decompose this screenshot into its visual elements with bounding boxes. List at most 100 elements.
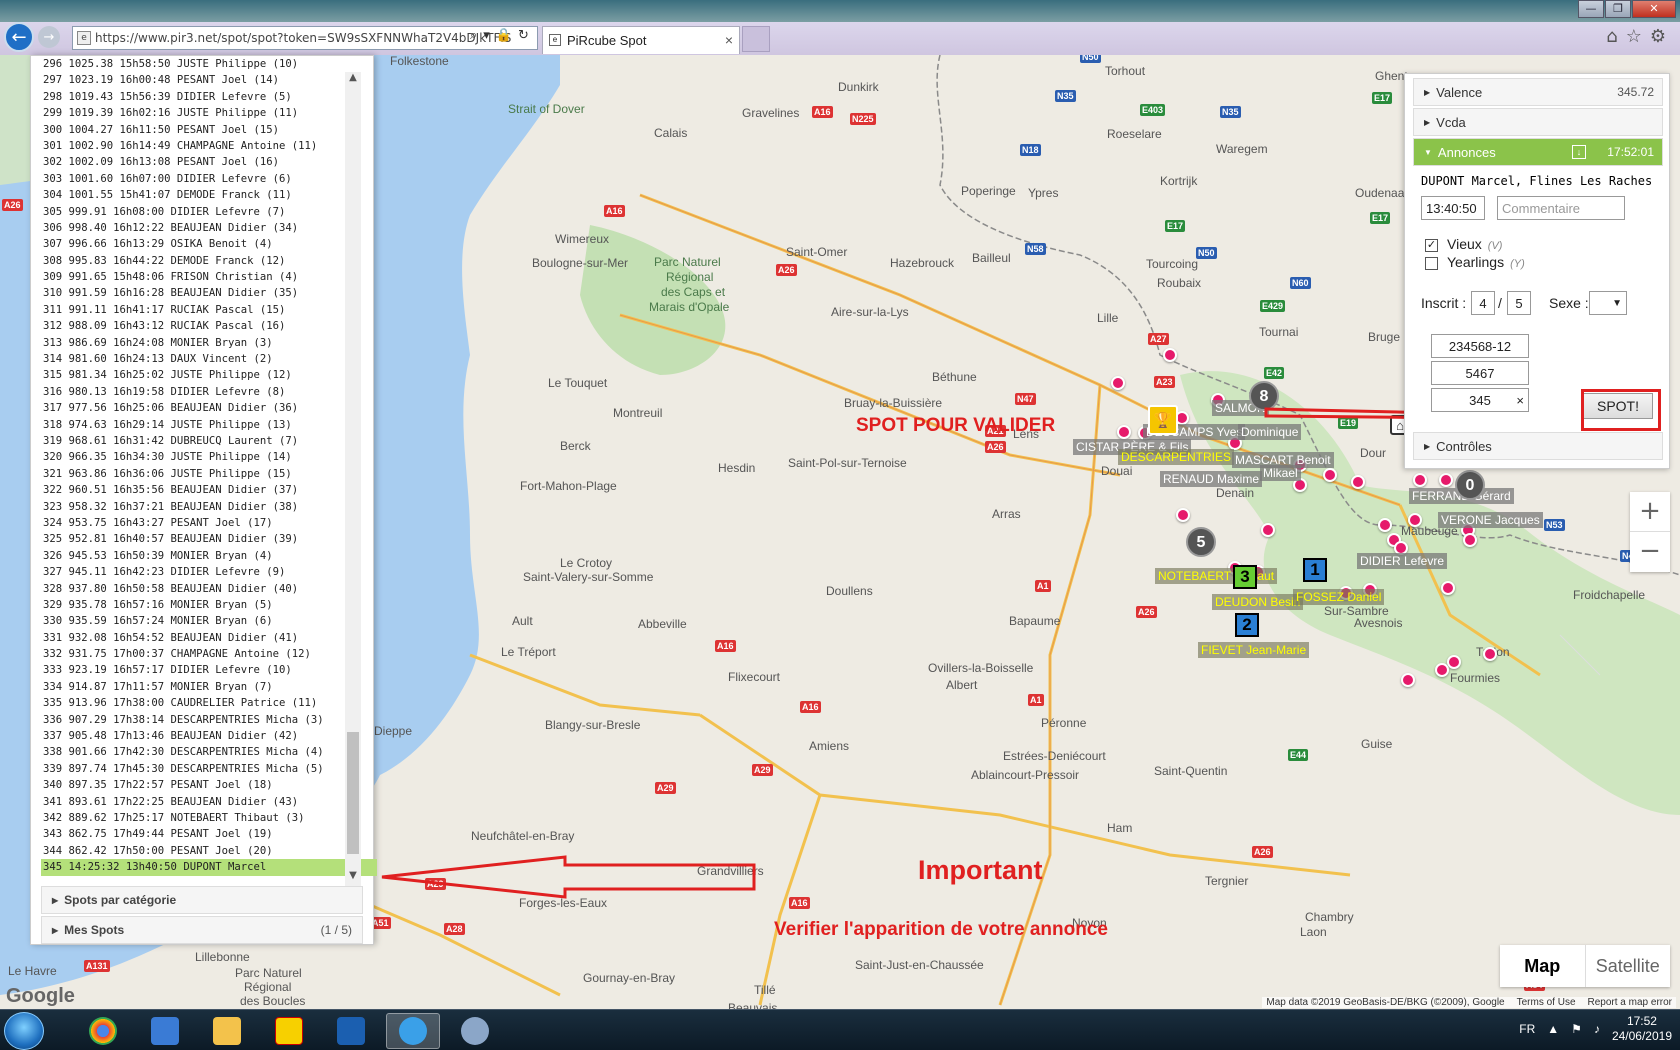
spots-par-categorie-header[interactable]: ▶ Spots par catégorie [41, 886, 363, 914]
inscrit-total-field[interactable]: 5 [1507, 291, 1531, 315]
result-row[interactable]: 340 897.35 17h22:57 PESANT Joel (18) [41, 777, 377, 793]
field-5467[interactable]: 5467 [1431, 361, 1529, 385]
result-row[interactable]: 326 945.53 16h50:39 MONIER Bryan (4) [41, 548, 377, 564]
result-row[interactable]: 304 1001.55 15h41:07 DEMODE Franck (11) [41, 187, 377, 203]
loft-pin-icon[interactable] [1111, 376, 1125, 390]
loft-pin-icon[interactable] [1441, 581, 1455, 595]
loft-pin-icon[interactable] [1323, 468, 1337, 482]
annonces-header[interactable]: ▼ Annonces ↓ 17:52:01 [1413, 138, 1663, 166]
vieux-checkbox[interactable]: ✓ [1425, 239, 1438, 252]
tab-pircube-spot[interactable]: e PiRcube Spot × [542, 26, 740, 54]
zoom-out-button[interactable]: − [1630, 532, 1670, 572]
result-row[interactable]: 333 923.19 16h57:17 DIDIER Lefevre (10) [41, 662, 377, 678]
taskbar-paint[interactable] [448, 1013, 502, 1049]
loft-pin-icon[interactable] [1435, 663, 1449, 677]
maximize-button[interactable]: ❐ [1605, 0, 1631, 18]
tray-arrow-icon[interactable]: ▲ [1547, 1022, 1559, 1036]
scroll-up-icon[interactable]: ▲ [345, 72, 361, 88]
result-row[interactable]: 341 893.61 17h22:25 BEAUJEAN Didier (43) [41, 794, 377, 810]
loft-pin-icon[interactable] [1463, 533, 1477, 547]
inscrit-count-field[interactable]: 4 [1471, 291, 1495, 315]
loft-pin-icon[interactable] [1261, 523, 1275, 537]
result-row[interactable]: 336 907.29 17h38:14 DESCARPENTRIES Micha… [41, 712, 377, 728]
rank-marker[interactable]: 3 [1233, 565, 1257, 589]
clear-icon[interactable]: × [1516, 393, 1524, 408]
result-row[interactable]: 328 937.80 16h50:58 BEAUJEAN Didier (40) [41, 581, 377, 597]
result-row[interactable]: 329 935.78 16h57:16 MONIER Bryan (5) [41, 597, 377, 613]
cluster-marker[interactable]: 5 [1186, 527, 1216, 557]
yearlings-checkbox[interactable] [1425, 257, 1438, 270]
vcda-header[interactable]: ▶ Vcda [1413, 108, 1663, 136]
clock[interactable]: 17:52 24/06/2019 [1612, 1014, 1672, 1044]
forward-icon[interactable]: → [38, 26, 60, 48]
taskbar-explorer[interactable] [200, 1013, 254, 1049]
address-bar-icons[interactable]: ⌕▾🔒↻ [470, 28, 535, 43]
scroll-thumb[interactable] [347, 732, 359, 854]
field-345[interactable]: 345 × [1431, 388, 1529, 412]
result-row[interactable]: 327 945.11 16h42:23 DIDIER Lefevre (9) [41, 564, 377, 580]
mes-spots-header[interactable]: ▶ Mes Spots (1 / 5) [41, 916, 363, 944]
loft-pin-icon[interactable] [1378, 518, 1392, 532]
results-list[interactable]: 296 1025.38 15h58:50 JUSTE Philippe (10)… [41, 56, 377, 880]
result-row[interactable]: 296 1025.38 15h58:50 JUSTE Philippe (10) [41, 56, 377, 72]
result-row[interactable]: 313 986.69 16h24:08 MONIER Bryan (3) [41, 335, 377, 351]
result-row-highlighted[interactable]: 345 14:25:32 13h40:50 DUPONT Marcel [41, 859, 377, 876]
taskbar-ie[interactable] [386, 1013, 440, 1049]
new-tab-button[interactable] [742, 26, 770, 52]
taskbar-network[interactable] [138, 1013, 192, 1049]
result-row[interactable]: 344 862.42 17h50:00 PESANT Joel (20) [41, 843, 377, 859]
result-row[interactable]: 317 977.56 16h25:06 BEAUJEAN Didier (36) [41, 400, 377, 416]
result-row[interactable]: 324 953.75 16h43:27 PESANT Joel (17) [41, 515, 377, 531]
loft-pin-icon[interactable] [1401, 673, 1415, 687]
result-row[interactable]: 302 1002.09 16h13:08 PESANT Joel (16) [41, 154, 377, 170]
result-row[interactable]: 303 1001.60 16h07:00 DIDIER Lefevre (6) [41, 171, 377, 187]
scroll-down-icon[interactable]: ▼ [345, 870, 361, 886]
result-row[interactable]: 335 913.96 17h38:00 CAUDRELIER Patrice (… [41, 695, 377, 711]
address-bar[interactable]: e https://www.pir3.net/spot/spot?token=S… [72, 26, 538, 50]
terms-link[interactable]: Terms of Use [1517, 997, 1576, 1008]
comment-field[interactable]: Commentaire [1497, 196, 1625, 220]
result-row[interactable]: 297 1023.19 16h00:48 PESANT Joel (14) [41, 72, 377, 88]
start-button[interactable] [4, 1012, 44, 1050]
result-row[interactable]: 309 991.65 15h48:06 FRISON Christian (4) [41, 269, 377, 285]
result-row[interactable]: 307 996.66 16h13:29 OSIKA Benoit (4) [41, 236, 377, 252]
result-row[interactable]: 301 1002.90 16h14:49 CHAMPAGNE Antoine (… [41, 138, 377, 154]
loft-pin-icon[interactable] [1408, 513, 1422, 527]
rank-marker[interactable]: 2 [1235, 613, 1259, 637]
close-window-button[interactable]: ✕ [1632, 0, 1676, 18]
result-row[interactable]: 337 905.48 17h13:46 BEAUJEAN Didier (42) [41, 728, 377, 744]
result-row[interactable]: 300 1004.27 16h11:50 PESANT Joel (15) [41, 122, 377, 138]
arrival-time-field[interactable]: 13:40:50 [1421, 196, 1485, 220]
result-row[interactable]: 342 889.62 17h25:17 NOTEBAERT Thibaut (3… [41, 810, 377, 826]
tab-close-icon[interactable]: × [725, 32, 733, 48]
zoom-in-button[interactable]: + [1630, 492, 1670, 532]
controles-header[interactable]: ▶ Contrôles [1413, 432, 1663, 460]
result-row[interactable]: 320 966.35 16h34:30 JUSTE Philippe (14) [41, 449, 377, 465]
ring-number-field[interactable]: 234568-12 [1431, 334, 1529, 358]
browser-toolbar-icons[interactable]: ⌂☆⚙ [1606, 26, 1674, 47]
volume-icon[interactable]: ♪ [1594, 1022, 1600, 1036]
loft-pin-icon[interactable] [1176, 508, 1190, 522]
result-row[interactable]: 298 1019.43 15h56:39 DIDIER Lefevre (5) [41, 89, 377, 105]
result-row[interactable]: 311 991.11 16h41:17 RUCIAK Pascal (15) [41, 302, 377, 318]
taskbar-outlook[interactable] [324, 1013, 378, 1049]
result-row[interactable]: 338 901.66 17h42:30 DESCARPENTRIES Micha… [41, 744, 377, 760]
map-type-satellite[interactable]: Satellite [1586, 945, 1671, 987]
minimize-button[interactable]: — [1578, 0, 1604, 18]
zoom-control[interactable]: + − [1630, 492, 1670, 572]
loft-pin-icon[interactable] [1351, 475, 1365, 489]
result-row[interactable]: 339 897.74 17h45:30 DESCARPENTRIES Micha… [41, 761, 377, 777]
cluster-marker[interactable]: 0 [1455, 470, 1485, 500]
result-row[interactable]: 325 952.81 16h40:57 BEAUJEAN Didier (39) [41, 531, 377, 547]
loft-pin-icon[interactable] [1413, 473, 1427, 487]
result-row[interactable]: 314 981.60 16h24:13 DAUX Vincent (2) [41, 351, 377, 367]
rank-marker[interactable]: 1 [1303, 558, 1327, 582]
result-row[interactable]: 318 974.63 16h29:14 JUSTE Philippe (13) [41, 417, 377, 433]
result-row[interactable]: 315 981.34 16h25:02 JUSTE Philippe (12) [41, 367, 377, 383]
flag-icon[interactable]: ⚑ [1571, 1022, 1582, 1036]
loft-pin-icon[interactable] [1447, 655, 1461, 669]
loft-pin-icon[interactable] [1163, 348, 1177, 362]
report-error-link[interactable]: Report a map error [1588, 997, 1672, 1008]
trophy-icon[interactable]: 🏆 [1148, 405, 1178, 435]
result-row[interactable]: 319 968.61 16h31:42 DUBREUCQ Laurent (7) [41, 433, 377, 449]
